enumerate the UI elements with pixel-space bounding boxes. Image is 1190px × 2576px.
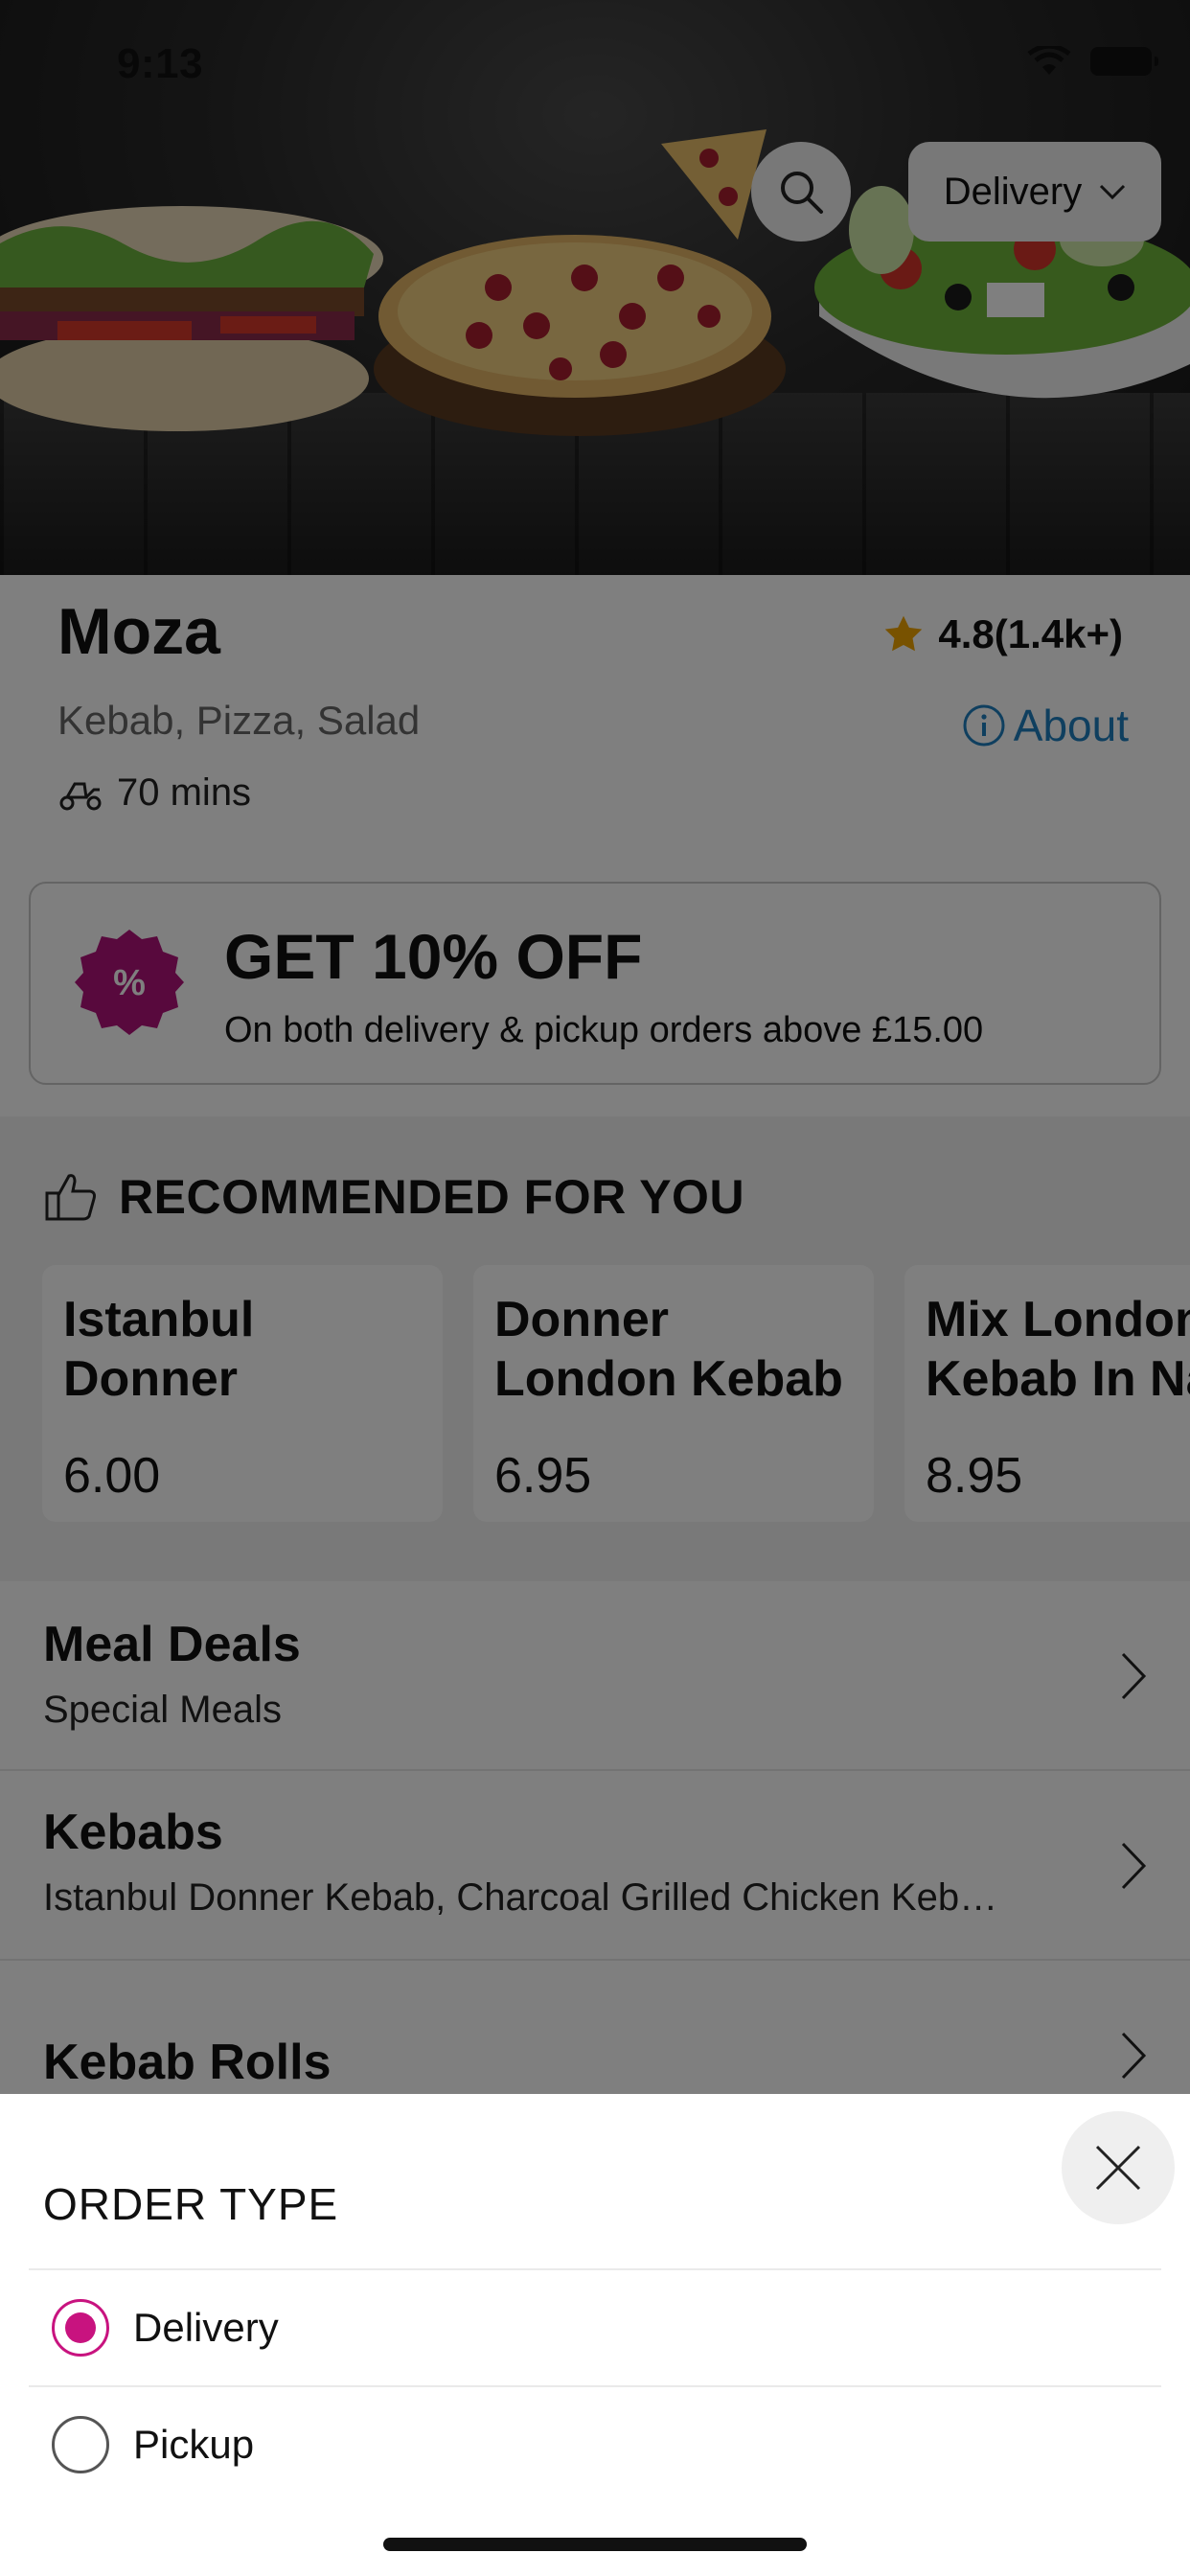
modal-backdrop[interactable] — [0, 0, 1190, 2094]
order-type-option-label: Pickup — [133, 2422, 255, 2467]
order-type-option-label: Delivery — [133, 2305, 279, 2350]
home-indicator — [383, 2538, 807, 2551]
order-type-sheet: ORDER TYPE Delivery Pickup — [0, 2094, 1190, 2576]
order-type-option-pickup[interactable]: Pickup — [0, 2387, 1190, 2502]
order-type-title: ORDER TYPE — [43, 2179, 339, 2229]
order-type-option-delivery[interactable]: Delivery — [0, 2270, 1190, 2385]
radio-button[interactable] — [52, 2416, 109, 2473]
close-icon — [1095, 2145, 1141, 2191]
radio-button-selected[interactable] — [52, 2299, 109, 2357]
close-button[interactable] — [1062, 2111, 1175, 2224]
restaurant-screen: 9:13 Delivery Moza — [0, 0, 1190, 2576]
radio-dot — [65, 2312, 96, 2343]
